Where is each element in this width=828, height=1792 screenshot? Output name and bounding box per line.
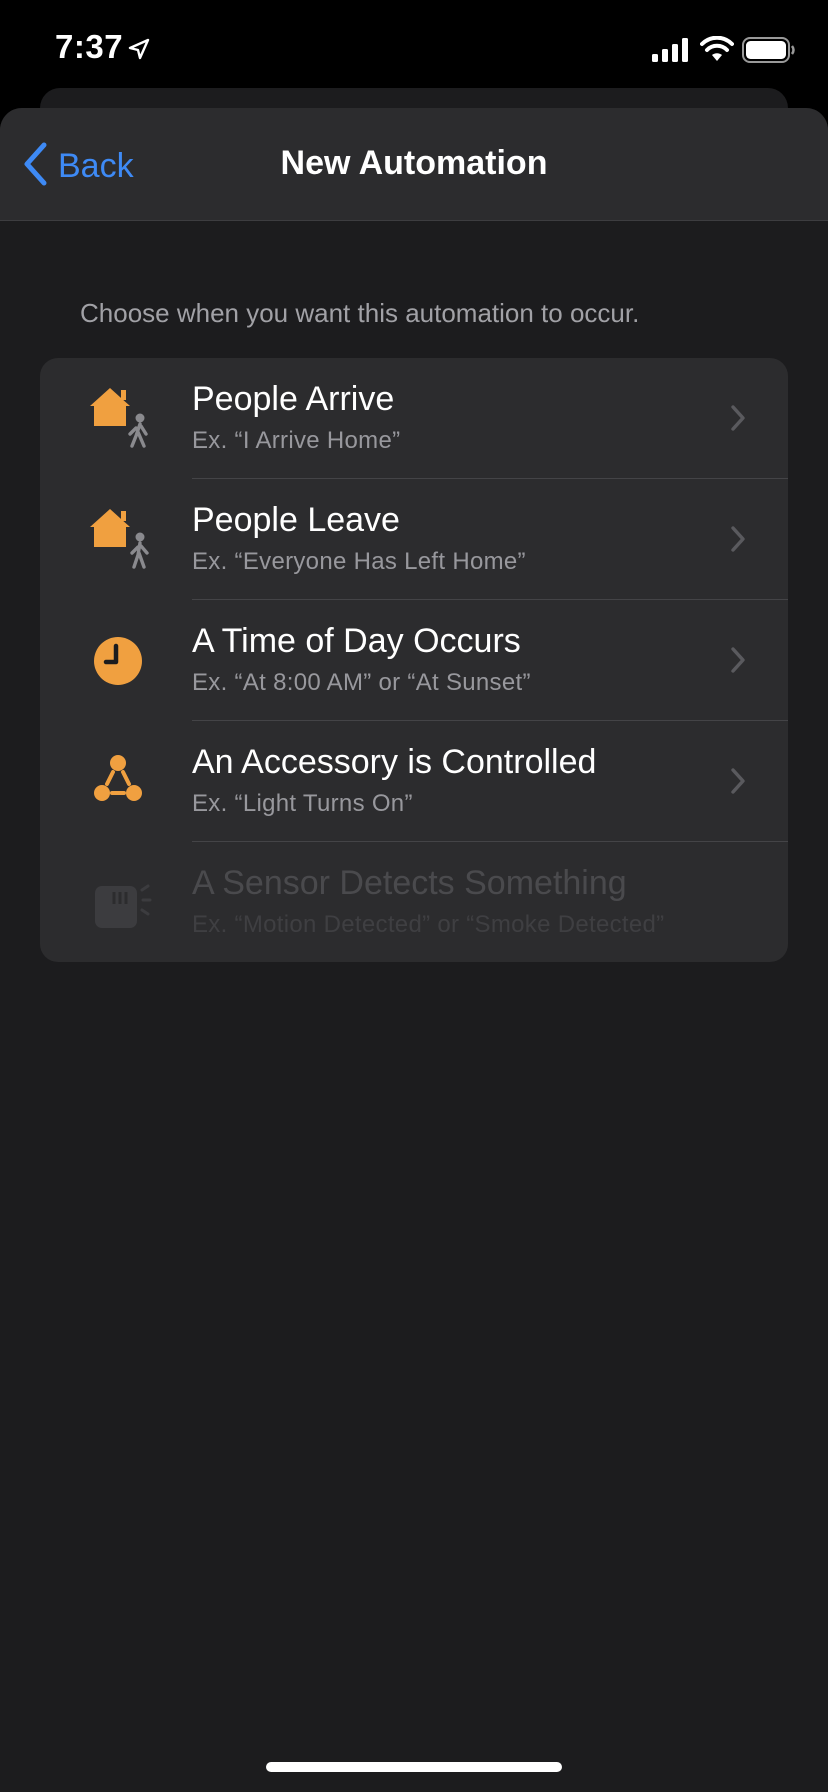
option-subtitle: Ex. “Motion Detected” or “Smoke Detected…	[192, 911, 665, 938]
wifi-icon	[700, 35, 734, 67]
accessory-network-icon	[86, 743, 158, 815]
option-people-arrive[interactable]: People Arrive Ex. “I Arrive Home”	[40, 358, 788, 479]
screen: 7:37 Back New Automation Choose when you…	[0, 0, 828, 1792]
home-indicator[interactable]	[266, 1762, 562, 1772]
trigger-options-list: People Arrive Ex. “I Arrive Home” People…	[40, 358, 788, 962]
chevron-right-icon	[730, 646, 746, 679]
section-prompt: Choose when you want this automation to …	[80, 298, 640, 328]
option-subtitle: Ex. “At 8:00 AM” or “At Sunset”	[192, 669, 531, 696]
clock-icon	[86, 622, 158, 694]
sensor-icon	[86, 864, 158, 936]
option-title: People Leave	[192, 501, 400, 539]
cellular-signal-icon	[652, 38, 690, 67]
option-subtitle: Ex. “Everyone Has Left Home”	[192, 548, 526, 575]
option-people-leave[interactable]: People Leave Ex. “Everyone Has Left Home…	[40, 479, 788, 600]
page-title: New Automation	[280, 144, 548, 182]
option-subtitle: Ex. “Light Turns On”	[192, 790, 413, 817]
battery-full-icon	[742, 37, 796, 68]
chevron-right-icon	[730, 767, 746, 800]
automation-sheet: Back New Automation Choose when you want…	[0, 108, 828, 1792]
house-person-arrive-icon	[86, 380, 158, 452]
option-title: People Arrive	[192, 380, 395, 418]
navigation-bar: Back New Automation	[0, 108, 828, 221]
option-accessory-controlled[interactable]: An Accessory is Controlled Ex. “Light Tu…	[40, 721, 788, 842]
option-subtitle: Ex. “I Arrive Home”	[192, 427, 401, 454]
chevron-right-icon	[730, 404, 746, 437]
house-person-leave-icon	[86, 501, 158, 573]
status-bar: 7:37	[0, 0, 828, 100]
option-time-of-day[interactable]: A Time of Day Occurs Ex. “At 8:00 AM” or…	[40, 600, 788, 721]
chevron-right-icon	[730, 525, 746, 558]
location-arrow-icon	[128, 38, 150, 65]
option-title: A Sensor Detects Something	[192, 864, 627, 902]
option-sensor-detects: A Sensor Detects Something Ex. “Motion D…	[40, 842, 788, 962]
status-time: 7:37	[55, 28, 124, 65]
option-title: A Time of Day Occurs	[192, 622, 521, 660]
option-title: An Accessory is Controlled	[192, 743, 597, 781]
